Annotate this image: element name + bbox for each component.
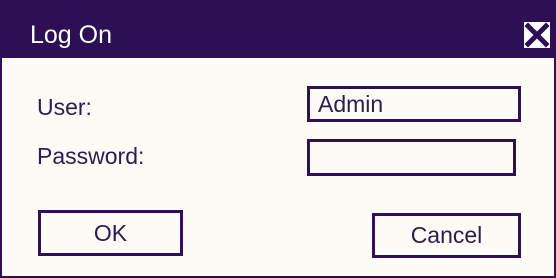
dialog-title: Log On	[30, 21, 113, 49]
cancel-button[interactable]: Cancel	[372, 213, 521, 258]
password-input[interactable]	[307, 139, 516, 176]
close-icon	[524, 22, 550, 48]
logon-dialog: Log On User: Password: OK Cancel	[0, 0, 556, 278]
user-input[interactable]	[307, 86, 521, 122]
titlebar: Log On	[2, 0, 556, 58]
password-label: Password:	[37, 143, 145, 169]
close-button[interactable]	[522, 20, 552, 50]
user-label: User:	[37, 94, 92, 120]
ok-button[interactable]: OK	[38, 210, 183, 256]
